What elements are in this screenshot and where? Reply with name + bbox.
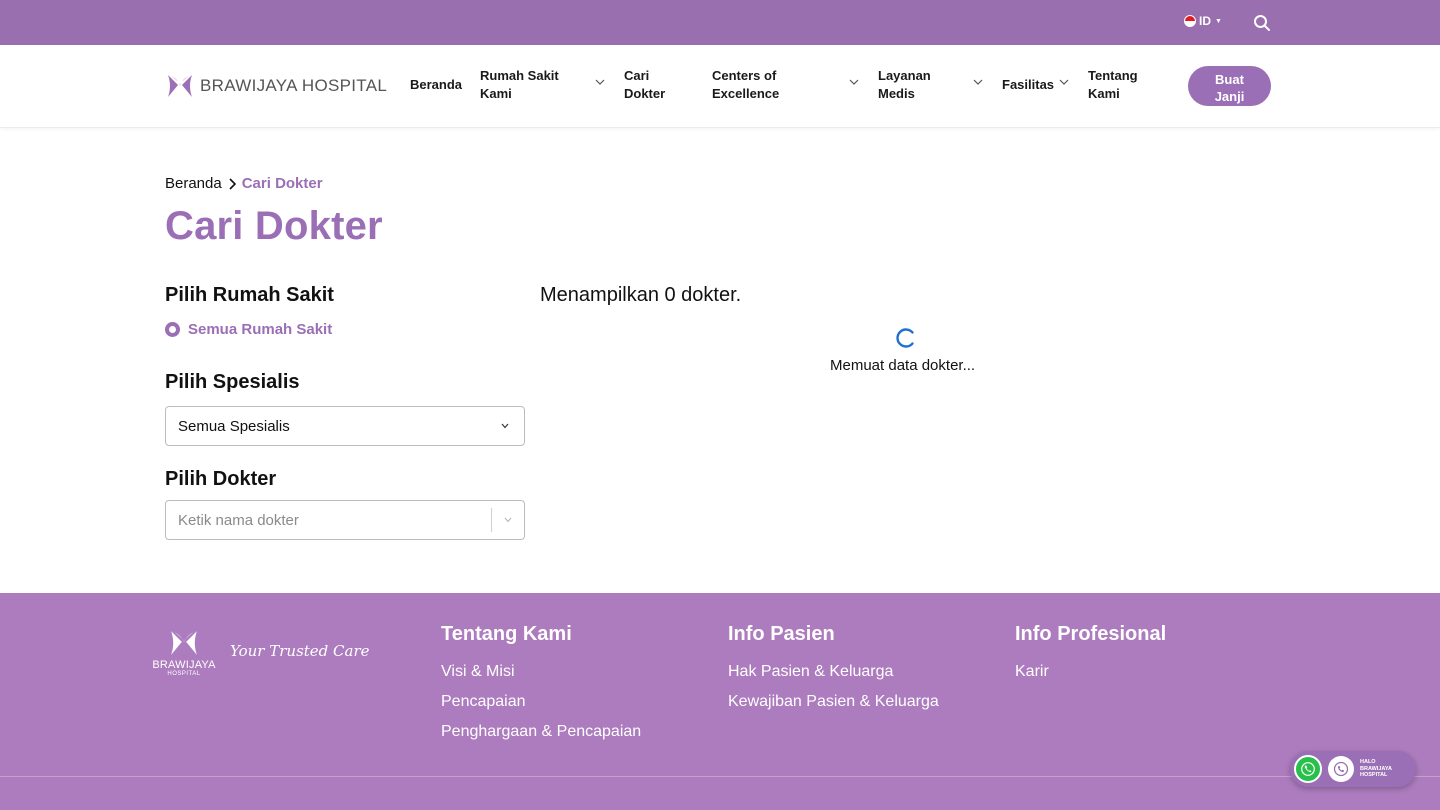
logo-butterfly-icon <box>168 75 192 97</box>
buat-janji-button[interactable]: Buat Janji <box>1188 66 1271 106</box>
language-selector[interactable]: ID ▼ <box>1184 14 1222 28</box>
hospital-radio-all[interactable]: Semua Rumah Sakit <box>165 321 332 338</box>
nav-tentang-kami[interactable]: Tentang Kami <box>1088 67 1138 103</box>
top-bar: ID ▼ <box>0 0 1440 45</box>
brand-logo[interactable]: BRAWIJAYA HOSPITAL <box>166 73 387 99</box>
specialist-select[interactable]: Semua Spesialis <box>165 406 525 446</box>
chevron-down-icon <box>501 423 509 429</box>
footer-col-title: Tentang Kami <box>441 623 572 645</box>
flag-id-icon <box>1184 15 1196 27</box>
nav-layanan-medis[interactable]: Layanan Medis <box>878 67 931 103</box>
footer-col-info-profesional: Info Profesional Karir <box>1015 623 1166 687</box>
footer-link-hak-pasien[interactable]: Hak Pasien & Keluarga <box>728 657 939 687</box>
hospital-option-label[interactable]: Semua Rumah Sakit <box>188 321 332 338</box>
footer-link-pencapaian[interactable]: Pencapaian <box>441 687 641 717</box>
footer-divider <box>0 776 1440 777</box>
footer-link-penghargaan[interactable]: Penghargaan & Pencapaian <box>441 717 641 747</box>
footer-col-tentang-kami: Tentang Kami Visi & Misi Pencapaian Peng… <box>441 623 641 747</box>
doctor-filter-title: Pilih Dokter <box>165 468 277 490</box>
language-label: ID <box>1199 14 1211 28</box>
phone-icon[interactable] <box>1328 756 1354 782</box>
spinner-icon <box>896 328 914 348</box>
footer-link-kewajiban-pasien[interactable]: Kewajiban Pasien & Keluarga <box>728 687 939 717</box>
whatsapp-icon[interactable] <box>1294 755 1322 783</box>
caret-down-icon: ▼ <box>1215 17 1222 25</box>
chevron-down-icon[interactable] <box>1059 78 1069 86</box>
footer-link-visi-misi[interactable]: Visi & Misi <box>441 657 641 687</box>
logo-butterfly-icon <box>171 631 197 655</box>
doctor-search-input[interactable] <box>166 501 491 539</box>
doctor-search-combobox[interactable] <box>165 500 525 540</box>
footer-tagline: Your Trusted Care <box>230 642 370 660</box>
chevron-down-icon <box>504 517 512 523</box>
breadcrumb-home[interactable]: Beranda <box>165 175 222 192</box>
brand-name: BRAWIJAYA HOSPITAL <box>200 76 388 95</box>
footer-link-karir[interactable]: Karir <box>1015 657 1166 687</box>
breadcrumb: Beranda Cari Dokter <box>165 175 323 192</box>
search-icon[interactable] <box>1252 13 1272 33</box>
radio-selected-icon[interactable] <box>165 322 180 337</box>
footer-col-title: Info Profesional <box>1015 623 1167 645</box>
breadcrumb-current: Cari Dokter <box>241 175 323 192</box>
result-count: Menampilkan 0 dokter. <box>540 284 742 306</box>
footer-logo-sub: HOSPITAL <box>167 671 201 677</box>
main-navbar: BRAWIJAYA HOSPITAL Beranda Rumah Sakit K… <box>0 45 1440 128</box>
footer-col-title: Info Pasien <box>728 623 835 645</box>
doctor-dropdown-toggle[interactable] <box>492 516 524 524</box>
page-title: Cari Dokter <box>165 204 383 248</box>
footer: BRAWIJAYA HOSPITAL Your Trusted Care Ten… <box>0 593 1440 810</box>
footer-col-info-pasien: Info Pasien Hak Pasien & Keluarga Kewaji… <box>728 623 939 717</box>
floating-contact-widget[interactable]: HALO BRAWIJAYA HOSPITAL <box>1290 751 1416 787</box>
nav-cari-dokter[interactable]: Cari Dokter <box>624 67 665 103</box>
nav-beranda[interactable]: Beranda <box>410 76 462 94</box>
nav-centers-of-excellence[interactable]: Centers of Excellence <box>712 67 779 103</box>
hospital-filter-title: Pilih Rumah Sakit <box>165 284 334 306</box>
loading-text: Memuat data dokter... <box>830 357 976 374</box>
chevron-right-icon <box>229 177 236 190</box>
halo-brawijaya-label: HALO BRAWIJAYA HOSPITAL <box>1360 759 1392 779</box>
specialist-filter-title: Pilih Spesialis <box>165 371 300 393</box>
chevron-down-icon[interactable] <box>595 78 605 86</box>
specialist-select-value: Semua Spesialis <box>178 417 290 435</box>
footer-logo-name: BRAWIJAYA <box>152 659 216 671</box>
nav-rumah-sakit-kami[interactable]: Rumah Sakit Kami <box>480 67 559 103</box>
nav-fasilitas[interactable]: Fasilitas <box>1002 76 1054 94</box>
chevron-down-icon[interactable] <box>973 78 983 86</box>
footer-logo[interactable]: BRAWIJAYA HOSPITAL <box>152 629 216 677</box>
chevron-down-icon[interactable] <box>849 78 859 86</box>
